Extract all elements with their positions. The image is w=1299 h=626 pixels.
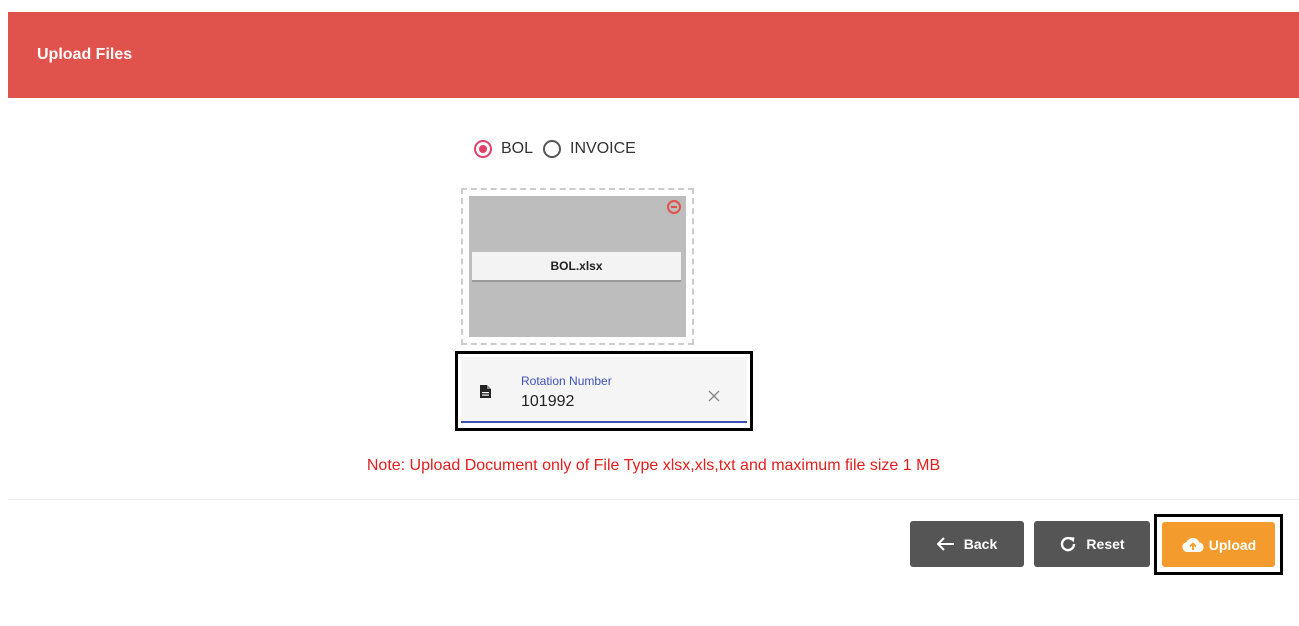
document-type-radio-group: BOL INVOICE (474, 135, 646, 163)
upload-button[interactable]: Upload (1162, 522, 1275, 567)
rotation-number-input[interactable]: 101992 (521, 393, 574, 411)
radio-bol-label[interactable]: BOL (501, 140, 533, 158)
rotation-number-label: Rotation Number (521, 374, 612, 388)
document-icon (480, 385, 491, 398)
close-icon[interactable] (707, 389, 721, 403)
upload-dialog: Upload Files BOL INVOICE BOL.xlsx Rotati… (8, 12, 1299, 626)
upload-button-highlight: Upload (1154, 514, 1283, 575)
upload-button-label: Upload (1208, 536, 1257, 553)
reset-button-label: Reset (1086, 536, 1125, 552)
file-name-label: BOL.xlsx (472, 252, 681, 282)
file-dropzone[interactable]: BOL.xlsx (461, 188, 694, 345)
cloud-upload-icon (1182, 537, 1204, 552)
remove-circle-icon[interactable] (667, 200, 681, 214)
back-button-label: Back (963, 536, 998, 552)
radio-bol[interactable]: BOL (474, 140, 533, 158)
file-preview: BOL.xlsx (469, 196, 686, 337)
rotation-field-highlight: Rotation Number 101992 (455, 351, 753, 431)
radio-invoice[interactable]: INVOICE (543, 140, 636, 158)
radio-invoice-label[interactable]: INVOICE (570, 140, 636, 158)
dialog-header: Upload Files (8, 12, 1299, 98)
back-button[interactable]: Back (910, 521, 1024, 567)
upload-note: Note: Upload Document only of File Type … (366, 457, 941, 474)
rotation-number-field[interactable]: Rotation Number 101992 (461, 357, 747, 423)
footer-divider (8, 499, 1299, 500)
radio-checked-icon[interactable] (474, 140, 492, 158)
dialog-title: Upload Files (37, 46, 133, 63)
refresh-icon (1061, 536, 1076, 552)
radio-unchecked-icon[interactable] (543, 140, 562, 158)
arrow-left-icon (936, 537, 954, 551)
reset-button[interactable]: Reset (1034, 521, 1150, 567)
